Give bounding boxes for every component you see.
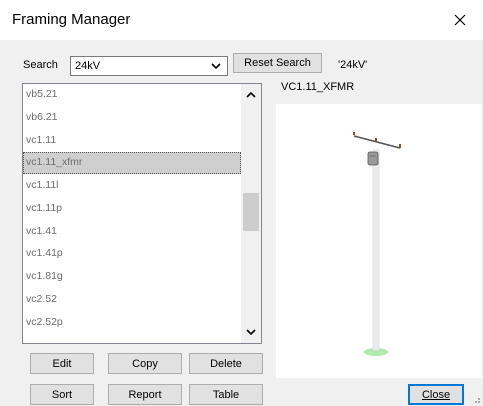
edit-button[interactable]: Edit — [30, 353, 94, 374]
copy-button[interactable]: Copy — [108, 353, 182, 374]
chevron-down-icon — [211, 63, 221, 70]
search-label: Search — [23, 59, 58, 71]
chevron-down-icon — [246, 329, 256, 336]
close-button[interactable]: Close — [408, 384, 464, 405]
scroll-thumb[interactable] — [243, 192, 259, 231]
list-item[interactable]: vc1.11 — [23, 130, 241, 152]
list-item[interactable]: vb6.21 — [23, 107, 241, 129]
framing-preview — [276, 104, 482, 378]
scroll-up-button[interactable] — [241, 84, 261, 106]
list-item[interactable]: vc1.11l — [23, 175, 241, 197]
chevron-up-icon — [246, 91, 256, 98]
size-grip-icon[interactable] — [471, 394, 481, 404]
title-bar: Framing Manager — [0, 0, 483, 40]
window-title: Framing Manager — [12, 11, 131, 28]
close-icon — [454, 14, 466, 26]
framing-list[interactable]: vb5.21 vb6.21 vc1.11 vc1.11_xfmr vc1.11l vc1.… — [22, 83, 262, 344]
list-item[interactable]: vb5.21 — [23, 84, 241, 106]
list-item[interactable]: vc1.11_xfmr — [23, 152, 241, 175]
list-item[interactable]: vc1.41 — [23, 221, 241, 243]
report-button[interactable]: Report — [108, 384, 182, 405]
list-item[interactable]: vc1.81g — [23, 266, 241, 288]
window-close-button[interactable] — [437, 0, 483, 40]
framing-manager-dialog: Framing Manager Search 24kV Reset Search… — [0, 0, 483, 406]
close-button-label: Close — [421, 388, 451, 401]
reset-search-button[interactable]: Reset Search — [233, 53, 322, 73]
list-item[interactable]: vc1.11p — [23, 198, 241, 220]
list-scrollbar[interactable] — [241, 84, 261, 343]
current-filter-label: '24kV' — [338, 59, 368, 71]
search-combobox[interactable]: 24kV — [70, 56, 228, 76]
list-item[interactable]: vc2.52 — [23, 289, 241, 311]
list-item[interactable]: vc1.41p — [23, 243, 241, 265]
search-combobox-value: 24kV — [75, 60, 101, 72]
framing-list-items: vb5.21 vb6.21 vc1.11 vc1.11_xfmr vc1.11l vc1.… — [23, 84, 241, 334]
preview-title: VC1.11_XFMR — [281, 81, 355, 93]
scroll-down-button[interactable] — [241, 321, 261, 343]
pole-preview-image — [353, 132, 401, 356]
delete-button[interactable]: Delete — [189, 353, 263, 374]
sort-button[interactable]: Sort — [30, 384, 94, 405]
table-button[interactable]: Table — [189, 384, 263, 405]
list-item[interactable]: vc2.52p — [23, 312, 241, 334]
